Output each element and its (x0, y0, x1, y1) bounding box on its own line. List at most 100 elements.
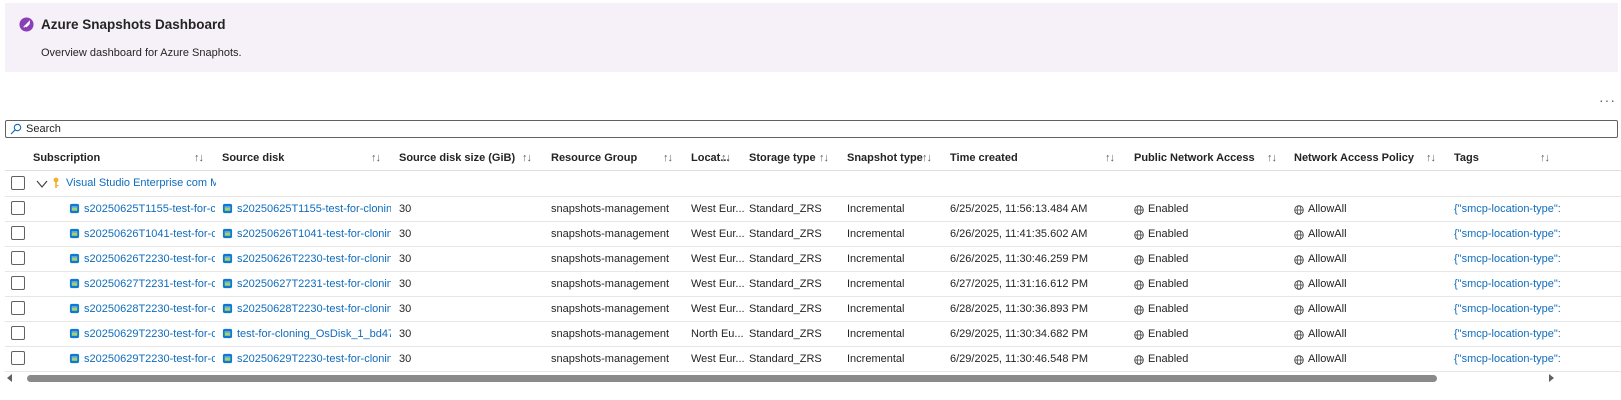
row-select-checkbox[interactable] (11, 276, 25, 290)
network-access-policy: AllowAll (1308, 303, 1347, 315)
snapshot-name-link[interactable]: s20250629T2230-test-for-cloning_OsDisk (84, 326, 215, 342)
more-options-button[interactable]: ··· (1599, 92, 1616, 108)
public-network-access: Enabled (1148, 303, 1189, 315)
search-input[interactable] (26, 121, 1606, 137)
resource-group: snapshots-management (551, 228, 670, 240)
source-disk-link[interactable]: s20250629T2230-test-for-cloning_OsDisk (237, 351, 391, 367)
network-access-policy: AllowAll (1308, 278, 1347, 290)
sort-icon[interactable]: ↑↓ (663, 148, 673, 168)
scroll-right-arrow-icon[interactable] (1549, 374, 1554, 382)
column-header-location[interactable]: Locat... (691, 148, 730, 168)
disk-icon (222, 228, 233, 239)
row-select-checkbox[interactable] (11, 351, 25, 365)
search-box[interactable] (5, 120, 1618, 138)
chevron-down-icon[interactable] (36, 178, 48, 190)
globe-icon (1134, 229, 1144, 240)
location: North Eu... (691, 328, 744, 340)
source-disk-link[interactable]: s20250625T1155-test-for-cloning_OsDisk (237, 201, 391, 217)
tags-link[interactable]: {"smcp-location-type":"s (1454, 301, 1561, 317)
page-subtitle: Overview dashboard for Azure Snaphots. (41, 47, 242, 59)
globe-icon (1294, 279, 1304, 290)
tags-link[interactable]: {"smcp-location-type":"s (1454, 276, 1561, 292)
resource-group: snapshots-management (551, 253, 670, 265)
globe-icon (1294, 204, 1304, 215)
tags-link[interactable]: {"smcp-location-type":"s (1454, 201, 1561, 217)
snapshot-type: Incremental (847, 253, 905, 265)
sort-icon[interactable]: ↑↓ (371, 148, 381, 168)
scrollbar-thumb[interactable] (27, 375, 1437, 382)
storage-type: Standard_ZRS (749, 253, 822, 265)
column-header-storage-type[interactable]: Storage type (749, 148, 816, 168)
column-header-resource-group[interactable]: Resource Group (551, 148, 661, 168)
group-label-subscription[interactable]: Visual Studio Enterprise com MSDN (66, 177, 216, 189)
public-network-access: Enabled (1148, 353, 1189, 365)
row-select-checkbox[interactable] (11, 201, 25, 215)
row-divider (5, 196, 1621, 197)
snapshot-name-link[interactable]: s20250628T2230-test-for-cloning_OsDisk (84, 301, 215, 317)
snapshot-name-link[interactable]: s20250629T2230-test-for-cloning_OsDisk (84, 351, 215, 367)
source-disk-link[interactable]: s20250628T2230-test-for-cloning_OsDisk (237, 301, 391, 317)
globe-icon (1294, 304, 1304, 315)
column-header-source-disk[interactable]: Source disk (222, 148, 362, 168)
column-header-time-created[interactable]: Time created (950, 148, 1090, 168)
source-disk-link[interactable]: s20250626T2230-test-for-cloning_OsDisk (237, 251, 391, 267)
column-header-tags[interactable]: Tags (1454, 148, 1534, 168)
resource-group: snapshots-management (551, 328, 670, 340)
sort-icon[interactable]: ↑↓ (922, 148, 932, 168)
source-disk-link[interactable]: s20250627T2231-test-for-cloning_OsDisk (237, 276, 391, 292)
time-created: 6/26/2025, 11:41:35.602 AM (950, 228, 1088, 240)
column-header-subscription[interactable]: Subscription (33, 148, 183, 168)
sort-icon[interactable]: ↑↓ (194, 148, 204, 168)
snapshot-name-link[interactable]: s20250627T2231-test-for-cloning_OsDisk (84, 276, 215, 292)
snapshot-name-link[interactable]: s20250625T1155-test-for-cloning_OsDisk (84, 201, 215, 217)
public-network-access: Enabled (1148, 278, 1189, 290)
column-header-network-access-policy[interactable]: Network Access Policy (1294, 148, 1414, 168)
globe-icon (1134, 204, 1144, 215)
tags-link[interactable]: {"smcp-location-type":"s (1454, 251, 1561, 267)
public-network-access: Enabled (1148, 328, 1189, 340)
key-icon (53, 177, 59, 188)
disk-icon (222, 328, 233, 339)
sort-icon[interactable]: ↑↓ (1540, 148, 1550, 168)
time-created: 6/25/2025, 11:56:13.484 AM (950, 203, 1088, 215)
sort-icon[interactable]: ↑↓ (522, 148, 532, 168)
source-disk-size: 30 (399, 303, 412, 315)
time-created: 6/29/2025, 11:30:34.682 PM (950, 328, 1089, 340)
source-disk-size: 30 (399, 228, 412, 240)
sort-icon[interactable]: ↑↓ (1426, 148, 1436, 168)
snapshot-name-link[interactable]: s20250626T1041-test-for-cloning_OsDisk (84, 226, 215, 242)
globe-icon (1294, 329, 1304, 340)
sort-icon[interactable]: ↑↓ (819, 148, 829, 168)
source-disk-link[interactable]: s20250626T1041-test-for-cloning_OsDisk (237, 226, 391, 242)
column-header-source-disk-size[interactable]: Source disk size (GiB) (399, 148, 515, 168)
source-disk-link[interactable]: test-for-cloning_OsDisk_1_bd47a1e (237, 326, 391, 342)
group-select-checkbox[interactable] (11, 176, 25, 190)
sort-icon[interactable]: ↑↓ (721, 148, 731, 168)
globe-icon (1134, 329, 1144, 340)
snapshot-name-link[interactable]: s20250626T2230-test-for-cloning_OsDisk (84, 251, 215, 267)
tags-link[interactable]: {"smcp-location-type":"p (1454, 326, 1561, 342)
resource-group: snapshots-management (551, 303, 670, 315)
sort-icon[interactable]: ↑↓ (1105, 148, 1115, 168)
resource-group: snapshots-management (551, 353, 670, 365)
storage-type: Standard_ZRS (749, 278, 822, 290)
snapshot-icon (69, 203, 80, 214)
row-select-checkbox[interactable] (11, 301, 25, 315)
time-created: 6/27/2025, 11:31:16.612 PM (950, 278, 1089, 290)
scroll-left-arrow-icon[interactable] (7, 374, 12, 382)
tags-link[interactable]: {"smcp-location-type":"s (1454, 226, 1561, 242)
column-header-snapshot-type[interactable]: Snapshot type (847, 148, 923, 168)
row-select-checkbox[interactable] (11, 226, 25, 240)
snapshot-type: Incremental (847, 228, 905, 240)
resource-group: snapshots-management (551, 278, 670, 290)
column-header-public-network-access[interactable]: Public Network Access (1134, 148, 1255, 168)
sort-icon[interactable]: ↑↓ (1267, 148, 1277, 168)
storage-type: Standard_ZRS (749, 203, 822, 215)
public-network-access: Enabled (1148, 203, 1189, 215)
network-access-policy: AllowAll (1308, 253, 1347, 265)
row-select-checkbox[interactable] (11, 251, 25, 265)
tags-link[interactable]: {"smcp-location-type":"s (1454, 351, 1561, 367)
disk-icon (222, 278, 233, 289)
row-select-checkbox[interactable] (11, 326, 25, 340)
row-divider (5, 271, 1621, 272)
